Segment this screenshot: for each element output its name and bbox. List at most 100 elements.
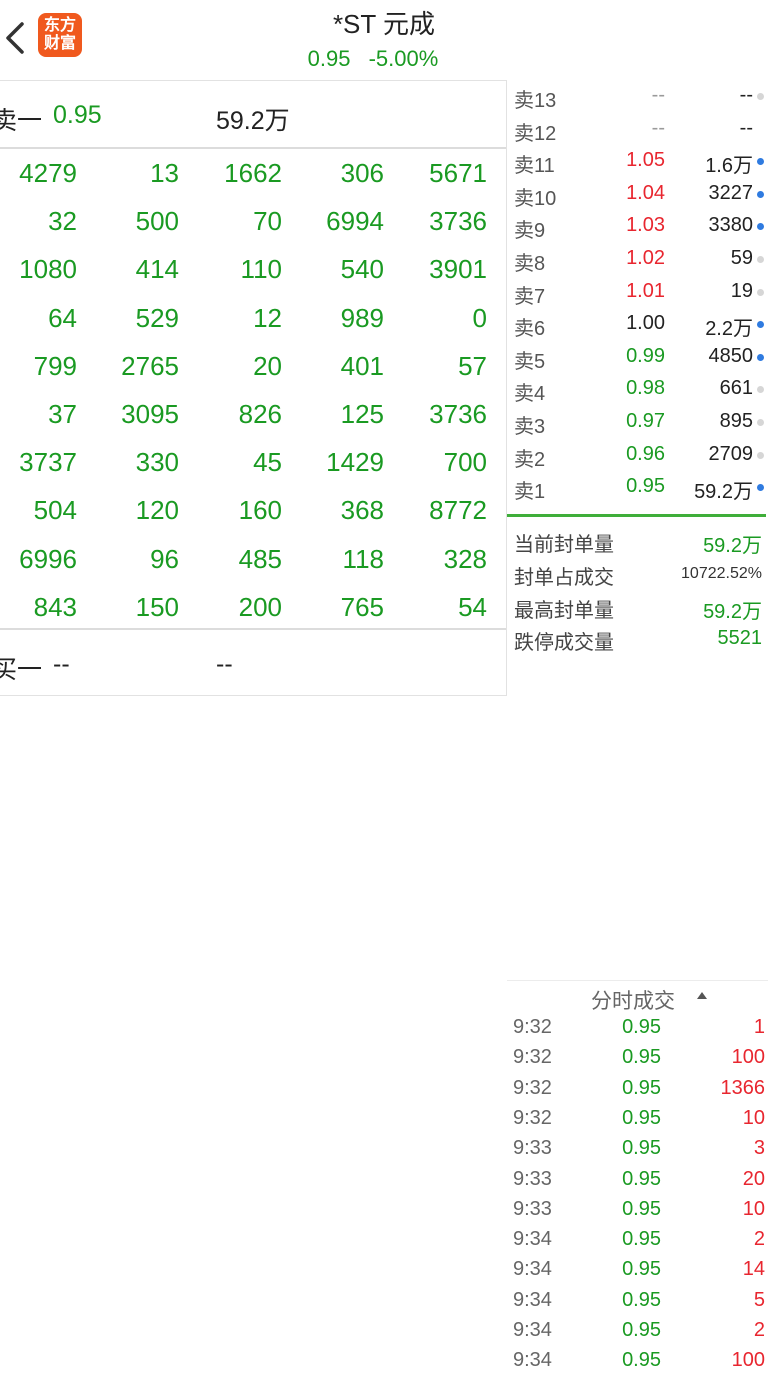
ask-level-row[interactable]: 卖11 1.05 1.6万 [507,145,768,177]
ask-level-label: 卖7 [514,285,546,308]
queue-cell: 118 [342,543,384,574]
header: 东方 财富 *ST 元成 0.95 -5.00% [0,0,768,80]
seal-stat-value: 59.2万 [703,600,762,623]
queue-cell: 504 [33,495,77,526]
queue-row: 1080 414 110 540 3901 [0,244,506,292]
ask-level-row[interactable]: 卖1 0.95 59.2万 [507,471,768,503]
tick-price: 0.95 [622,1319,661,1341]
ask-level-row[interactable]: 卖7 1.01 19 [507,276,768,308]
tick-time: 9:34 [513,1319,552,1341]
order-dot-icon [757,386,764,394]
queue-cell: 8772 [429,495,487,526]
bid1-label: 买一 [0,656,43,684]
queue-cell: 3736 [429,398,487,429]
ask-level-label: 卖10 [514,187,557,210]
ask-level-row[interactable]: 卖13 -- -- [507,80,768,112]
tick-time: 9:34 [513,1228,552,1251]
tick-time: 9:32 [513,1106,552,1129]
tick-list[interactable]: 分时成交 9:32 0.95 1 9:32 0.95 100 9:32 0.95 1366 9:3… [507,980,768,1371]
ask-level-qty: 59.2万 [694,481,753,504]
ask-level-row[interactable]: 卖9 1.03 3380 [507,210,768,242]
order-dot-icon [757,190,764,198]
order-dot-icon [757,158,764,166]
tick-time: 9:32 [513,1016,552,1038]
queue-cell: 125 [340,398,384,429]
queue-cell: 1429 [326,447,384,478]
queue-cell: 826 [238,398,282,429]
tick-volume: 10 [742,1197,765,1220]
tick-volume: 10 [742,1106,765,1129]
ask-level-qty: 2.2万 [705,318,753,341]
tick-row: 9:33 0.95 10 [507,1195,768,1225]
ask-level-price: -- [651,84,665,106]
queue-cell: 1080 [19,254,77,285]
ask-level-label: 卖8 [514,253,546,275]
ask-level-price: 1.03 [626,214,665,237]
ask1-label: 卖一 [0,107,43,135]
tick-list-header[interactable]: 分时成交 [507,981,768,1013]
queue-cell: 13 [150,158,179,188]
ask-level-qty: 59 [730,247,753,269]
queue-cell: 57 [458,350,487,381]
queue-row: 37 3095 826 125 3736 [0,389,506,437]
queue-row: 3737 330 45 1429 700 [0,437,506,485]
order-dot-icon [757,256,764,263]
ask-level-price: -- [651,116,665,139]
queue-panel: 卖一 0.95 59.2万 4279 13 1662 306 5671 32 500 70 69… [0,80,507,696]
tick-time: 9:32 [513,1076,552,1099]
queue-cell: 4279 [19,158,77,188]
sort-up-icon[interactable] [697,992,707,999]
tick-price: 0.95 [622,1258,661,1281]
ask-level-price: 1.04 [626,181,665,204]
queue-cell: 765 [340,591,384,622]
ask-level-price: 0.95 [626,475,665,498]
queue-cell: 328 [443,543,487,574]
tick-price: 0.95 [622,1106,661,1129]
tick-row: 9:33 0.95 3 [507,1134,768,1164]
ask-level-row[interactable]: 卖4 0.98 661 [507,373,768,405]
tick-time: 9:33 [513,1167,552,1190]
tick-price: 0.95 [622,1349,661,1372]
order-dot-icon [757,321,764,329]
seal-stat-row: 当前封单量 59.2万 [507,524,768,557]
seal-stat-row: 封单占成交 10722.52% [507,557,768,589]
ask-level-row[interactable]: 卖12 -- -- [507,113,768,145]
seal-stat-value: 5521 [717,627,763,650]
ask-level-qty: 3380 [708,214,754,237]
ask-level-row[interactable]: 卖5 0.99 4850 [507,341,768,373]
seal-stat-label: 封单占成交 [514,566,614,589]
tick-volume: 3 [753,1137,765,1160]
ask-level-row[interactable]: 卖6 1.00 2.2万 [507,308,768,340]
ask-level-row[interactable]: 卖10 1.04 3227 [507,178,768,210]
ask-level-qty: 661 [719,377,753,400]
queue-cell: 2765 [121,350,179,381]
seal-stat-value: 10722.52% [681,564,762,582]
ask-level-row[interactable]: 卖3 0.97 895 [507,406,768,438]
tick-volume: 1366 [720,1076,766,1099]
tick-list-title: 分时成交 [591,990,675,1013]
tick-volume: 14 [742,1258,765,1281]
tick-row: 9:34 0.95 5 [507,1286,768,1316]
ask-level-qty: -- [739,84,753,106]
tick-price: 0.95 [622,1016,661,1038]
ask-level-price: 0.96 [626,442,665,465]
queue-cell: 5671 [429,158,487,188]
ask-level-label: 卖4 [514,383,546,406]
ask-level-label: 卖12 [514,122,557,145]
tick-row: 9:34 0.95 14 [507,1255,768,1285]
order-dot-icon [757,451,764,459]
seal-stat-row: 跌停成交量 5521 [507,622,768,654]
queue-cell: 6994 [326,206,384,237]
current-price: 0.95 [307,46,351,71]
seal-stat-label: 最高封单量 [514,599,614,622]
queue-cell: 989 [340,302,384,333]
ask-level-row[interactable]: 卖8 1.02 59 [507,243,768,275]
tick-price: 0.95 [622,1288,661,1311]
queue-row: 799 2765 20 401 57 [0,341,506,389]
order-dot-icon [757,223,764,231]
queue-row: 4279 13 1662 306 5671 [0,148,506,196]
queue-row: 843 150 200 765 54 [0,582,506,630]
seal-stat-row: 最高封单量 59.2万 [507,590,768,623]
ask-level-row[interactable]: 卖2 0.96 2709 [507,439,768,471]
tick-price: 0.95 [622,1228,661,1251]
